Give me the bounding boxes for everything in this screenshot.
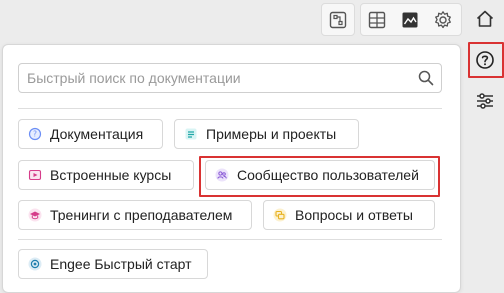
quickstart-link[interactable]: Engee Быстрый старт: [18, 249, 208, 279]
diagram-icon: [329, 11, 347, 28]
toolbar-group-left: [321, 3, 355, 36]
quickstart-icon: [28, 257, 42, 271]
svg-text:?: ?: [33, 130, 37, 139]
settings-button[interactable]: [427, 4, 459, 35]
community-label: Сообщество пользователей: [237, 167, 419, 183]
help-panel: Быстрый поиск по документации ? Документ…: [2, 44, 461, 293]
settings-sliders-button[interactable]: [470, 86, 500, 116]
qa-icon: [273, 208, 287, 222]
search-divider: [18, 108, 442, 109]
table-view-icon: [368, 11, 386, 28]
diagram-button[interactable]: [322, 4, 354, 35]
examples-link[interactable]: Примеры и проекты: [174, 119, 359, 149]
help-button[interactable]: [470, 45, 500, 75]
docs-search-input[interactable]: Быстрый поиск по документации: [18, 63, 442, 93]
qa-label: Вопросы и ответы: [295, 207, 413, 223]
builtin-courses-link[interactable]: Встроенные курсы: [18, 160, 194, 190]
toolbar-group-view: [360, 3, 462, 36]
qa-link[interactable]: Вопросы и ответы: [263, 200, 435, 230]
quickstart-label: Engee Быстрый старт: [50, 256, 192, 272]
image-view-button[interactable]: [394, 4, 426, 35]
documentation-icon: ?: [28, 127, 42, 141]
image-view-icon: [402, 12, 418, 27]
courses-icon: [28, 168, 42, 182]
home-icon: [476, 10, 494, 27]
search-icon[interactable]: [417, 69, 435, 87]
documentation-link[interactable]: ? Документация: [18, 119, 163, 149]
examples-label: Примеры и проекты: [206, 126, 337, 142]
examples-icon: [184, 127, 198, 141]
training-icon: [28, 208, 42, 222]
sliders-icon: [477, 93, 493, 109]
table-view-button[interactable]: [361, 4, 393, 35]
community-icon: [215, 168, 229, 182]
home-button[interactable]: [470, 3, 500, 34]
community-link[interactable]: Сообщество пользователей: [205, 160, 435, 190]
instructor-training-link[interactable]: Тренинги с преподавателем: [18, 200, 252, 230]
quickstart-divider: [18, 239, 442, 240]
instructor-training-label: Тренинги с преподавателем: [50, 207, 233, 223]
search-placeholder: Быстрый поиск по документации: [27, 70, 241, 86]
help-icon: [476, 51, 494, 69]
builtin-courses-label: Встроенные курсы: [50, 167, 172, 183]
settings-gear-icon: [435, 10, 451, 28]
documentation-label: Документация: [50, 126, 144, 142]
